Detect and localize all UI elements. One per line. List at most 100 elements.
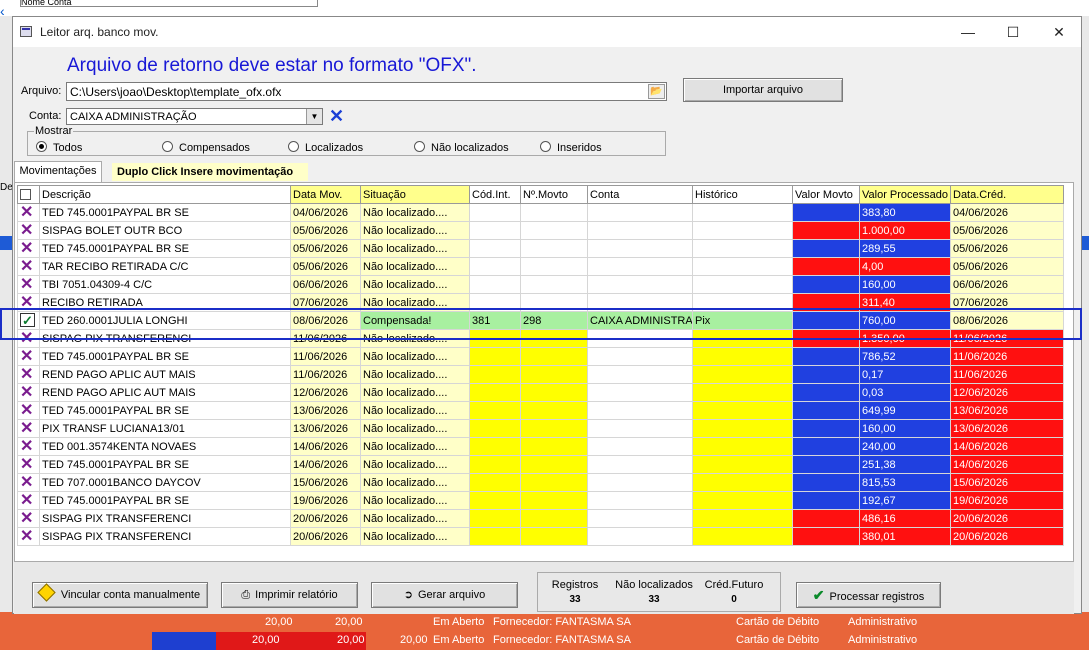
description-cell[interactable]: TAR RECIBO RETIRADA C/C <box>39 257 291 276</box>
movement-number-cell[interactable] <box>520 275 588 294</box>
radio-nao-localizados[interactable]: Não localizados <box>414 141 509 154</box>
description-cell[interactable]: TED 745.0001PAYPAL BR SE <box>39 239 291 258</box>
movement-value-cell[interactable] <box>792 347 860 366</box>
description-cell[interactable]: SISPAG BOLET OUTR BCO <box>39 221 291 240</box>
not-found-x-icon[interactable]: ✕ <box>20 421 33 437</box>
radio-inseridos[interactable]: Inseridos <box>540 141 602 154</box>
row-status-cell[interactable]: ✕ <box>17 329 40 348</box>
movement-number-cell[interactable] <box>520 203 588 222</box>
credit-date-cell[interactable]: 11/06/2026 <box>950 347 1064 366</box>
history-cell[interactable] <box>692 293 793 312</box>
code-cell[interactable] <box>469 275 521 294</box>
column-header[interactable]: Descrição <box>39 185 291 204</box>
credit-date-cell[interactable]: 14/06/2026 <box>950 455 1064 474</box>
column-header[interactable]: Data Mov. <box>290 185 361 204</box>
processed-value-cell[interactable]: 649,99 <box>859 401 951 420</box>
row-status-cell[interactable]: ✓ <box>17 311 40 330</box>
table-row[interactable]: ✕ TBI 7051.04309-4 C/C 06/06/2026 Não local… <box>17 275 1064 294</box>
code-cell[interactable] <box>469 527 521 546</box>
not-found-x-icon[interactable]: ✕ <box>20 349 33 365</box>
date-cell[interactable]: 19/06/2026 <box>290 491 361 510</box>
date-cell[interactable]: 11/06/2026 <box>290 329 361 348</box>
column-header[interactable]: Histórico <box>692 185 793 204</box>
account-cell[interactable] <box>587 419 693 438</box>
credit-date-cell[interactable]: 05/06/2026 <box>950 239 1064 258</box>
radio-compensados[interactable]: Compensados <box>162 141 250 154</box>
movement-number-cell[interactable] <box>520 401 588 420</box>
processed-value-cell[interactable]: 815,53 <box>859 473 951 492</box>
account-cell[interactable] <box>587 257 693 276</box>
status-cell[interactable]: Não localizado.... <box>360 221 470 240</box>
row-status-cell[interactable]: ✕ <box>17 527 40 546</box>
processed-value-cell[interactable]: 383,80 <box>859 203 951 222</box>
description-cell[interactable]: RECIBO RETIRADA <box>39 293 291 312</box>
not-found-x-icon[interactable]: ✕ <box>20 475 33 491</box>
account-cell[interactable] <box>587 401 693 420</box>
processed-value-cell[interactable]: 289,55 <box>859 239 951 258</box>
history-cell[interactable] <box>692 401 793 420</box>
account-cell[interactable] <box>587 491 693 510</box>
movement-value-cell[interactable] <box>792 473 860 492</box>
credit-date-cell[interactable]: 05/06/2026 <box>950 257 1064 276</box>
movement-value-cell[interactable] <box>792 437 860 456</box>
history-cell[interactable] <box>692 347 793 366</box>
table-row[interactable]: ✕ TED 001.3574KENTA NOVAES 14/06/2026 Não l… <box>17 437 1064 456</box>
generate-file-button[interactable]: ➲ Gerar arquivo <box>371 582 518 608</box>
status-cell[interactable]: Não localizado.... <box>360 383 470 402</box>
select-all-header[interactable] <box>17 185 40 204</box>
code-cell[interactable] <box>469 419 521 438</box>
history-cell[interactable] <box>692 473 793 492</box>
account-select[interactable]: CAIXA ADMINISTRAÇÃO ▼ <box>66 108 323 125</box>
not-found-x-icon[interactable]: ✕ <box>20 241 33 257</box>
credit-date-cell[interactable]: 08/06/2026 <box>950 311 1064 330</box>
credit-date-cell[interactable]: 06/06/2026 <box>950 275 1064 294</box>
movement-number-cell[interactable] <box>520 473 588 492</box>
movement-value-cell[interactable] <box>792 329 860 348</box>
row-status-cell[interactable]: ✕ <box>17 491 40 510</box>
not-found-x-icon[interactable]: ✕ <box>20 529 33 545</box>
status-cell[interactable]: Não localizado.... <box>360 329 470 348</box>
table-row[interactable]: ✕ RECIBO RETIRADA 07/06/2026 Não localizado… <box>17 293 1064 312</box>
not-found-x-icon[interactable]: ✕ <box>20 295 33 311</box>
account-cell[interactable] <box>587 203 693 222</box>
history-cell[interactable] <box>692 329 793 348</box>
row-status-cell[interactable]: ✕ <box>17 239 40 258</box>
account-cell[interactable] <box>587 347 693 366</box>
history-cell[interactable] <box>692 455 793 474</box>
row-status-cell[interactable]: ✕ <box>17 203 40 222</box>
tab-movimentacoes[interactable]: Movimentações <box>14 161 102 182</box>
row-status-cell[interactable]: ✕ <box>17 455 40 474</box>
date-cell[interactable]: 20/06/2026 <box>290 527 361 546</box>
status-cell[interactable]: Não localizado.... <box>360 509 470 528</box>
column-header[interactable]: Nº.Movto <box>520 185 588 204</box>
status-cell[interactable]: Não localizado.... <box>360 203 470 222</box>
row-status-cell[interactable]: ✕ <box>17 257 40 276</box>
account-cell[interactable] <box>587 275 693 294</box>
status-cell[interactable]: Não localizado.... <box>360 239 470 258</box>
column-header[interactable]: Valor Movto <box>792 185 860 204</box>
processed-value-cell[interactable]: 0,17 <box>859 365 951 384</box>
code-cell[interactable] <box>469 437 521 456</box>
row-status-cell[interactable]: ✕ <box>17 509 40 528</box>
chevron-down-icon[interactable]: ▼ <box>306 109 322 124</box>
movement-value-cell[interactable] <box>792 311 860 330</box>
date-cell[interactable]: 20/06/2026 <box>290 509 361 528</box>
table-row[interactable]: ✕ SISPAG PIX TRANSFERENCI 20/06/2026 Não lo… <box>17 527 1064 546</box>
account-cell[interactable] <box>587 365 693 384</box>
movement-value-cell[interactable] <box>792 221 860 240</box>
column-header[interactable]: Data.Créd. <box>950 185 1064 204</box>
table-row[interactable]: ✕ SISPAG PIX TRANSFERENCI 11/06/2026 Não lo… <box>17 329 1064 348</box>
history-cell[interactable] <box>692 437 793 456</box>
not-found-x-icon[interactable]: ✕ <box>20 493 33 509</box>
processed-value-cell[interactable]: 160,00 <box>859 419 951 438</box>
movement-number-cell[interactable] <box>520 455 588 474</box>
date-cell[interactable]: 04/06/2026 <box>290 203 361 222</box>
status-cell[interactable]: Não localizado.... <box>360 347 470 366</box>
table-row[interactable]: ✕ TED 745.0001PAYPAL BR SE 04/06/2026 Não l… <box>17 203 1064 222</box>
history-cell[interactable] <box>692 419 793 438</box>
code-cell[interactable] <box>469 365 521 384</box>
table-row[interactable]: ✕ TED 745.0001PAYPAL BR SE 11/06/2026 Não l… <box>17 347 1064 366</box>
code-cell[interactable] <box>469 221 521 240</box>
description-cell[interactable]: REND PAGO APLIC AUT MAIS <box>39 365 291 384</box>
movement-value-cell[interactable] <box>792 491 860 510</box>
